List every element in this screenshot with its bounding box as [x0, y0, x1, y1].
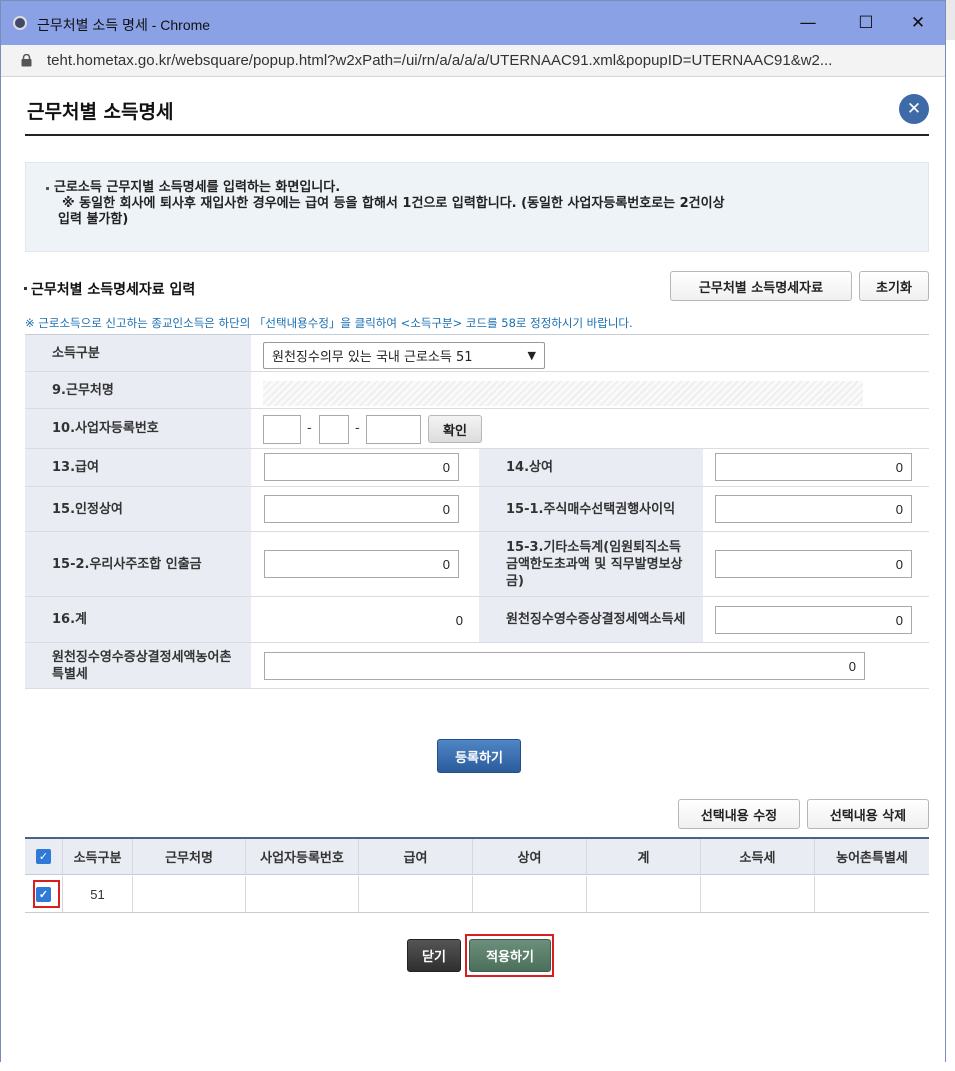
bonus-input[interactable]: 0	[715, 453, 912, 481]
header-bizno: 사업자등록번호	[246, 839, 359, 874]
other-income-input[interactable]: 0	[715, 550, 912, 578]
bizno-confirm-button[interactable]: 확인	[428, 415, 482, 443]
form-row-bizno: 10.사업자등록번호 - - 확인	[25, 409, 929, 449]
form-row-recognized-bonus: 15.인정상여 0 15-1.주식매수선택권행사이익 0	[25, 487, 929, 532]
register-button[interactable]: 등록하기	[437, 739, 521, 773]
popup-content: 근무처별 소득명세 ✕ 근로소득 근무지별 소득명세를 입력하는 화면입니다. …	[1, 78, 945, 1063]
close-window-button[interactable]: ✕	[901, 9, 935, 37]
workplace-field-disabled	[263, 381, 863, 406]
row-rural-tax	[815, 876, 929, 912]
stock-option-label: 15-1.주식매수선택권행사이익	[479, 487, 703, 531]
form-row-total: 16.계 0 원천징수영수증상결정세액소득세 0	[25, 597, 929, 643]
notice-line-3: 입력 불가함)	[58, 212, 129, 227]
header-bonus: 상여	[473, 839, 587, 874]
title-divider	[25, 134, 929, 136]
url-text: teht.hometax.go.kr/websquare/popup.html?…	[47, 52, 833, 69]
bizno-dash-1: -	[307, 421, 312, 436]
row-bizno	[246, 876, 359, 912]
recognized-bonus-input[interactable]: 0	[264, 495, 459, 523]
bizno-part1-input[interactable]	[263, 415, 301, 444]
row-workplace	[133, 876, 246, 912]
withheld-income-tax-label: 원천징수영수증상결정세액소득세	[479, 597, 703, 642]
row-bonus	[473, 876, 587, 912]
income-type-select[interactable]: 원천징수의무 있는 국내 근로소득 51 ▼	[263, 342, 545, 369]
edit-selected-button[interactable]: 선택내용 수정	[678, 799, 800, 829]
info-notice: ※ 근로소득으로 신고하는 종교인소득은 하단의 「선택내용수정」을 클릭하여 …	[25, 316, 633, 330]
list-header-row: ✓ 소득구분 근무처명 사업자등록번호 급여 상여 계 소득세 농어촌특별세	[25, 839, 929, 875]
row-income-tax	[701, 876, 815, 912]
withheld-income-tax-input[interactable]: 0	[715, 606, 912, 634]
bizno-part3-input[interactable]	[366, 415, 421, 444]
bizno-label: 10.사업자등록번호	[25, 409, 251, 448]
form-row-workplace: 9.근무처명	[25, 372, 929, 409]
chevron-down-icon: ▼	[527, 349, 536, 362]
income-form-table: 소득구분 원천징수의무 있는 국내 근로소득 51 ▼ 9.근무처명 10.사업…	[25, 334, 929, 689]
row-income-type: 51	[63, 876, 133, 912]
maximize-button[interactable]: ☐	[849, 9, 883, 37]
recognized-bonus-label: 15.인정상여	[25, 487, 251, 531]
other-income-label: 15-3.기타소득계(임원퇴직소득금액한도초과액 및 직무발명보상금)	[479, 532, 703, 596]
withheld-rural-tax-label: 원천징수영수증상결정세액농어촌특별세	[25, 643, 251, 688]
select-all-checkbox[interactable]: ✓	[36, 849, 51, 864]
bizno-part2-input[interactable]	[319, 415, 349, 444]
bonus-label: 14.상여	[479, 449, 703, 486]
chrome-popup-window: 근무처별 소득 명세 - Chrome — ☐ ✕ teht.hometax.g…	[0, 0, 946, 1063]
form-row-rural-tax: 원천징수영수증상결정세액농어촌특별세 0	[25, 643, 929, 689]
popup-title: 근무처별 소득명세	[27, 101, 174, 123]
address-bar[interactable]: teht.hometax.go.kr/websquare/popup.html?…	[1, 45, 945, 77]
bizno-dash-2: -	[355, 421, 360, 436]
section-title: 근무처별 소득명세자료 입력	[23, 279, 195, 299]
form-row-salary: 13.급여 0 14.상여 0	[25, 449, 929, 487]
delete-selected-button[interactable]: 선택내용 삭제	[807, 799, 929, 829]
total-label: 16.계	[25, 597, 251, 642]
esop-label: 15-2.우리사주조합 인출금	[25, 532, 251, 596]
popup-close-icon[interactable]: ✕	[899, 94, 929, 124]
header-income-type: 소득구분	[63, 839, 133, 874]
row-salary	[359, 876, 473, 912]
reset-button[interactable]: 초기화	[859, 271, 929, 301]
header-total: 계	[587, 839, 701, 874]
withheld-rural-tax-input[interactable]: 0	[264, 652, 865, 680]
header-salary: 급여	[359, 839, 473, 874]
background-page-edge	[945, 40, 955, 1071]
form-row-income-type: 소득구분 원천징수의무 있는 국내 근로소득 51 ▼	[25, 335, 929, 372]
checkbox-highlight	[33, 880, 60, 908]
window-titlebar: 근무처별 소득 명세 - Chrome — ☐ ✕	[1, 1, 945, 45]
salary-input[interactable]: 0	[264, 453, 459, 481]
esop-input[interactable]: 0	[264, 550, 459, 578]
close-button[interactable]: 닫기	[407, 939, 461, 972]
lock-icon	[21, 54, 32, 67]
chrome-icon	[13, 16, 27, 30]
income-list-table: ✓ 소득구분 근무처명 사업자등록번호 급여 상여 계 소득세 농어촌특별세 ✓…	[25, 837, 929, 913]
row-total	[587, 876, 701, 912]
stock-option-input[interactable]: 0	[715, 495, 912, 523]
minimize-button[interactable]: —	[791, 9, 825, 37]
form-row-esop: 15-2.우리사주조합 인출금 0 15-3.기타소득계(임원퇴직소득금액한도초…	[25, 532, 929, 597]
income-type-label: 소득구분	[25, 335, 251, 371]
salary-label: 13.급여	[25, 449, 251, 486]
select-all-cell: ✓	[25, 839, 63, 874]
income-data-button[interactable]: 근무처별 소득명세자료	[670, 271, 852, 301]
income-type-value: 원천징수의무 있는 국내 근로소득 51	[272, 350, 473, 365]
total-value: 0	[455, 613, 463, 628]
header-income-tax: 소득세	[701, 839, 815, 874]
notice-box: 근로소득 근무지별 소득명세를 입력하는 화면입니다. ※ 동일한 회사에 퇴사…	[25, 162, 929, 252]
notice-line-2: ※ 동일한 회사에 퇴사후 재입사한 경우에는 급여 등을 합해서 1건으로 입…	[62, 196, 725, 211]
apply-button-highlight	[465, 934, 554, 977]
workplace-label: 9.근무처명	[25, 372, 251, 408]
window-title: 근무처별 소득 명세 - Chrome	[37, 17, 211, 33]
table-row[interactable]: ✓ 51	[25, 876, 929, 913]
notice-line-1: 근로소득 근무지별 소득명세를 입력하는 화면입니다.	[46, 180, 912, 196]
header-rural-tax: 농어촌특별세	[836, 851, 908, 866]
header-workplace: 근무처명	[133, 839, 246, 874]
